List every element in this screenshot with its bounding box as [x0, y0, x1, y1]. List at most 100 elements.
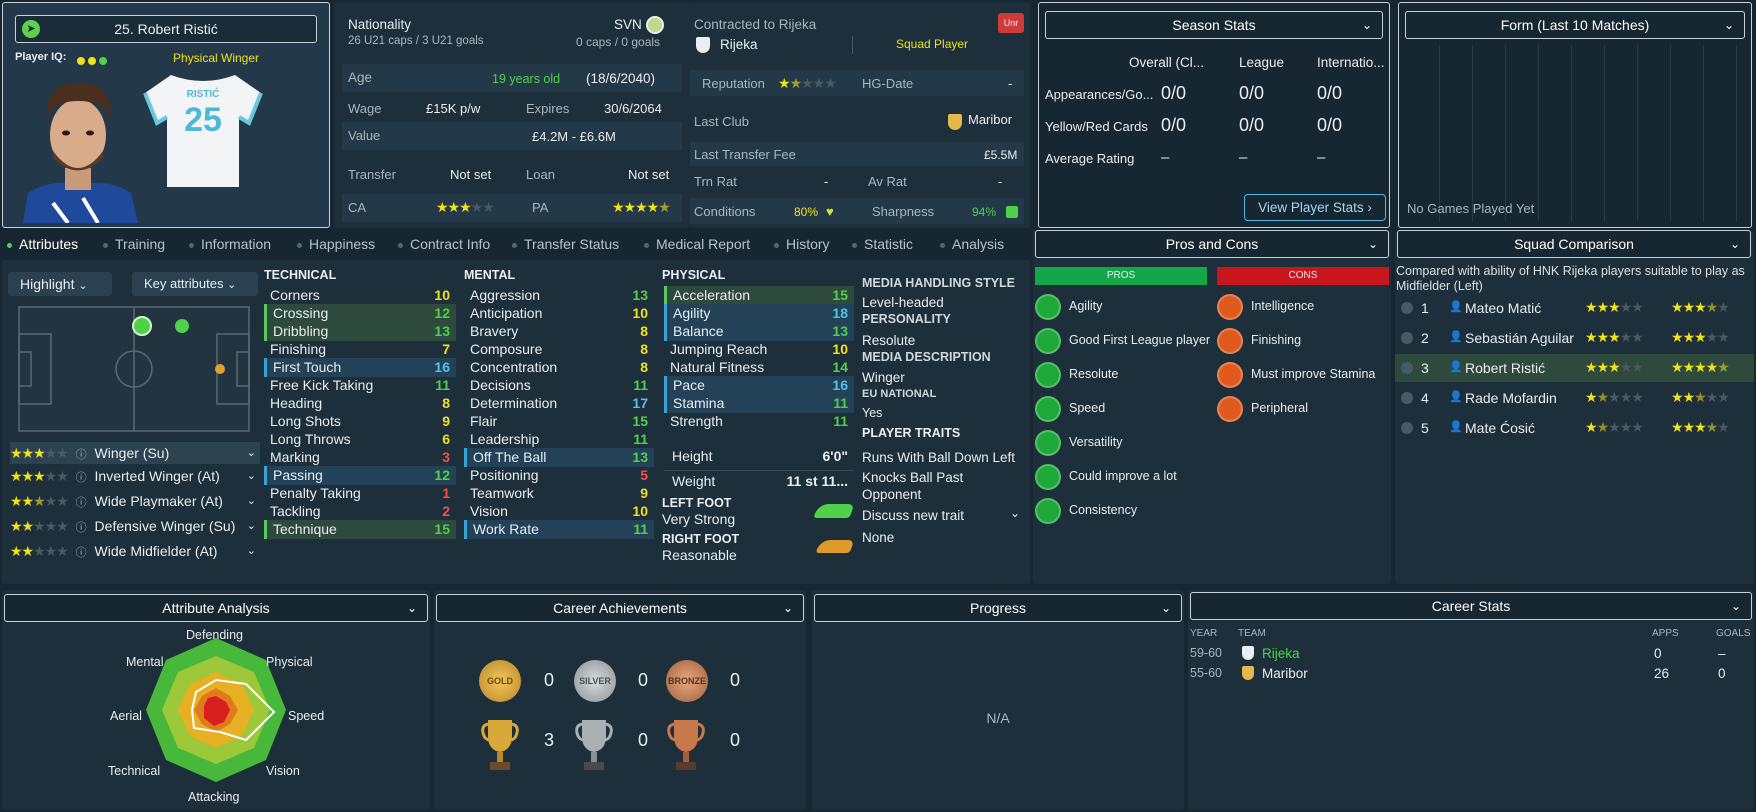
squad-row[interactable]: 1 👤 Mateo Matić ★★★★★ ★★★★★	[1395, 294, 1754, 322]
highlight-dropdown[interactable]: Highlight ⌄	[8, 272, 112, 296]
attribute-row[interactable]: Off The Ball 13	[464, 448, 654, 467]
media-column: MEDIA HANDLING STYLE Level-headed PERSON…	[860, 260, 1026, 584]
attribute-row[interactable]: Anticipation 10	[464, 304, 654, 323]
tab-happiness[interactable]: Happiness	[297, 236, 375, 252]
attribute-row[interactable]: Teamwork 9	[464, 484, 654, 503]
attribute-row[interactable]: Corners 10	[264, 286, 456, 305]
squad-ca-stars: ★★★★★	[1585, 329, 1644, 345]
attribute-row[interactable]: First Touch 16	[264, 358, 456, 377]
attribute-row[interactable]: Vision 10	[464, 502, 654, 521]
attribute-row[interactable]: Concentration 8	[464, 358, 654, 377]
attribute-row[interactable]: Dribbling 13	[264, 322, 456, 341]
attribute-row[interactable]: Agility 18	[664, 304, 854, 323]
team-cell[interactable]: Maribor	[1262, 666, 1308, 681]
form-panel: Form (Last 10 Matches) ⌄ No Games Played …	[1398, 2, 1752, 228]
career-stats-header[interactable]: Career Stats ⌄	[1190, 592, 1752, 620]
last-club-value[interactable]: Maribor	[968, 112, 1012, 127]
attribute-row[interactable]: Bravery 8	[464, 322, 654, 341]
tab-training[interactable]: Training	[103, 236, 165, 252]
attribute-row[interactable]: Balance 13	[664, 322, 854, 341]
attribute-row[interactable]: Acceleration 15	[664, 286, 854, 305]
attribute-row[interactable]: Crossing 12	[264, 304, 456, 323]
height-row: Height 6'0"	[664, 448, 854, 468]
squad-row[interactable]: 5 👤 Mate Ćosić ★★★★★ ★★★★★	[1395, 414, 1754, 442]
discuss-trait-dropdown[interactable]: Discuss new trait ⌄	[860, 506, 1024, 528]
attribute-value: 11	[633, 521, 648, 537]
gold-trophy-icon	[481, 720, 519, 770]
career-achievements-header[interactable]: Career Achievements ⌄	[436, 594, 804, 622]
attribute-row[interactable]: Flair 15	[464, 412, 654, 431]
view-player-stats-button[interactable]: View Player Stats ›	[1244, 194, 1386, 221]
tab-transfer-status[interactable]: Transfer Status	[512, 236, 619, 252]
year-cell: 55-60	[1190, 666, 1222, 680]
form-header[interactable]: Form (Last 10 Matches) ⌄	[1405, 11, 1745, 39]
attribute-name: Natural Fitness	[670, 359, 765, 375]
attribute-row[interactable]: Jumping Reach 10	[664, 340, 854, 359]
attribute-analysis-header[interactable]: Attribute Analysis ⌄	[4, 594, 428, 622]
tab-statistic[interactable]: Statistic	[852, 236, 913, 252]
role-stars-empty: ★★	[44, 468, 69, 484]
attribute-row[interactable]: Determination 17	[464, 394, 654, 413]
attribute-row[interactable]: Tackling 2	[264, 502, 456, 521]
attribute-row[interactable]: Decisions 11	[464, 376, 654, 395]
cons-label: Intelligence	[1251, 299, 1315, 313]
tab-analysis[interactable]: Analysis	[940, 236, 1004, 252]
team-cell[interactable]: Rijeka	[1262, 646, 1300, 661]
role-row[interactable]: ★★★★★ ⓘ Wide Midfielder (At) ⌄	[10, 540, 260, 562]
attribute-row[interactable]: Natural Fitness 14	[664, 358, 854, 377]
progress-header[interactable]: Progress ⌄	[814, 594, 1182, 622]
cons-label: Must improve Stamina	[1251, 367, 1376, 381]
season-stats-header[interactable]: Season Stats ⌄	[1045, 11, 1383, 39]
key-attributes-dropdown[interactable]: Key attributes ⌄	[132, 272, 258, 296]
attribute-row[interactable]: Aggression 13	[464, 286, 654, 305]
tab-medical-report[interactable]: Medical Report	[644, 236, 750, 252]
role-row[interactable]: ★★★★★ ⓘ Defensive Winger (Su) ⌄	[10, 515, 260, 537]
tab-information[interactable]: Information	[189, 236, 271, 252]
table-row[interactable]: 55-60 Maribor 26 0	[1188, 664, 1754, 684]
trait-item[interactable]: Knocks Ball Past Opponent	[862, 469, 1022, 503]
trait-item[interactable]: Runs With Ball Down Left	[862, 450, 1015, 465]
attributes-panel: Highlight ⌄ Key attributes ⌄ ★★★★★ ⓘ Win…	[2, 260, 1030, 584]
attribute-row[interactable]: Free Kick Taking 11	[264, 376, 456, 395]
expires-label: Expires	[526, 101, 570, 116]
squad-row[interactable]: 3 👤 Robert Ristić ★★★★★ ★★★★★	[1395, 354, 1754, 382]
player-name-box[interactable]: ➤ 25. Robert Ristić	[15, 15, 317, 43]
attribute-row[interactable]: Long Throws 6	[264, 430, 456, 449]
attribute-row[interactable]: Technique 15	[264, 520, 456, 539]
attribute-row[interactable]: Pace 16	[664, 376, 854, 395]
attribute-row[interactable]: Penalty Taking 1	[264, 484, 456, 503]
table-row[interactable]: 59-60 Rijeka 0 –	[1188, 644, 1754, 664]
view-player-stats-label: View Player Stats	[1258, 200, 1364, 215]
squad-comparison-header[interactable]: Squad Comparison ⌄	[1397, 230, 1751, 258]
role-row[interactable]: ★★★★★ ⓘ Wide Playmaker (At) ⌄	[10, 490, 260, 512]
tab-dot	[774, 242, 779, 248]
attribute-row[interactable]: Passing 12	[264, 466, 456, 485]
attribute-analysis-panel: Attribute Analysis ⌄ Defending Physical S…	[2, 590, 430, 810]
squad-pa-stars: ★★★★★	[1671, 299, 1730, 315]
attribute-row[interactable]: Long Shots 9	[264, 412, 456, 431]
role-row[interactable]: ★★★★★ ⓘ Inverted Winger (At) ⌄	[10, 465, 260, 487]
squad-row[interactable]: 4 👤 Rade Mofardin ★★★★★ ★★★★★	[1395, 384, 1754, 412]
attribute-row[interactable]: Composure 8	[464, 340, 654, 359]
squad-name: Sebastián Aguilar	[1465, 330, 1574, 346]
attribute-row[interactable]: Marking 3	[264, 448, 456, 467]
pa-label: PA	[532, 200, 549, 215]
sharpness-value: 94%	[972, 205, 997, 219]
nationality-code: SVN	[614, 17, 642, 32]
club-name[interactable]: Rijeka	[720, 37, 758, 52]
tab-attributes[interactable]: Attributes	[7, 236, 78, 252]
tab-contract-info[interactable]: Contract Info	[398, 236, 490, 252]
attribute-row[interactable]: Heading 8	[264, 394, 456, 413]
attribute-row[interactable]: Leadership 11	[464, 430, 654, 449]
attribute-row[interactable]: Stamina 11	[664, 394, 854, 413]
attribute-row[interactable]: Strength 11	[664, 412, 854, 431]
tab-history[interactable]: History	[774, 236, 830, 252]
unr-badge[interactable]: Unr	[998, 13, 1024, 33]
attribute-row[interactable]: Positioning 5	[464, 466, 654, 485]
attribute-row[interactable]: Finishing 7	[264, 340, 456, 359]
pros-cons-header[interactable]: Pros and Cons ⌄	[1035, 230, 1389, 258]
attribute-name: Balance	[673, 323, 724, 339]
role-row[interactable]: ★★★★★ ⓘ Winger (Su) ⌄	[10, 442, 260, 464]
squad-row[interactable]: 2 👤 Sebastián Aguilar ★★★★★ ★★★★★	[1395, 324, 1754, 352]
attribute-row[interactable]: Work Rate 11	[464, 520, 654, 539]
